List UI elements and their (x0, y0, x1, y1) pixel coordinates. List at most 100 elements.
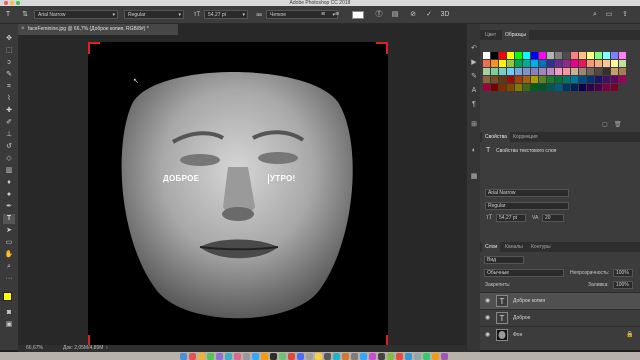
color-swatch[interactable] (539, 76, 546, 83)
path-selection-icon[interactable]: ➤ (3, 226, 15, 236)
color-swatch[interactable] (555, 76, 562, 83)
rectangle-tool-icon[interactable]: ▭ (3, 238, 15, 248)
dock-app-icon[interactable] (414, 353, 421, 360)
color-swatch[interactable] (611, 60, 618, 67)
font-family-select[interactable]: Arial Narrow ▾ (34, 10, 118, 19)
dock-app-icon[interactable] (378, 353, 385, 360)
color-swatch[interactable] (563, 76, 570, 83)
color-swatch[interactable] (603, 60, 610, 67)
color-swatch[interactable] (579, 68, 586, 75)
adjustments-icon[interactable]: ◐ (469, 146, 479, 156)
color-swatch[interactable] (587, 68, 594, 75)
color-swatch[interactable] (595, 76, 602, 83)
color-swatch[interactable] (555, 68, 562, 75)
dock-app-icon[interactable] (360, 353, 367, 360)
tab-color[interactable]: Цвет (482, 30, 499, 40)
new-swatch-icon[interactable]: ▢ (602, 121, 608, 128)
dock-app-icon[interactable] (297, 353, 304, 360)
dock-app-icon[interactable] (225, 353, 232, 360)
minimize-window-icon[interactable] (10, 1, 14, 5)
dock-app-icon[interactable] (207, 353, 214, 360)
clone-stamp-icon[interactable]: ⊥ (3, 130, 15, 140)
color-swatch[interactable] (555, 52, 562, 59)
color-swatch[interactable] (515, 76, 522, 83)
dock-app-icon[interactable] (216, 353, 223, 360)
tab-layers[interactable]: Слои (482, 242, 501, 252)
properties-font-family[interactable]: Arial Narrow (485, 189, 569, 197)
color-swatch[interactable] (571, 52, 578, 59)
color-swatch[interactable] (507, 84, 514, 91)
color-swatch[interactable] (507, 68, 514, 75)
color-swatch[interactable] (595, 68, 602, 75)
dock-app-icon[interactable] (405, 353, 412, 360)
more-tools-icon[interactable]: ··· (3, 274, 15, 284)
dock-app-icon[interactable] (441, 353, 448, 360)
tab-channels[interactable]: Каналы (502, 242, 526, 252)
color-swatch[interactable] (499, 60, 506, 67)
color-swatch[interactable] (547, 84, 554, 91)
color-swatch[interactable] (531, 84, 538, 91)
type-tool-preset-icon[interactable]: T (3, 11, 13, 19)
text-layer-dobroe[interactable]: ДОБРОЕ (163, 174, 199, 183)
color-swatch[interactable] (563, 60, 570, 67)
color-swatch[interactable] (603, 52, 610, 59)
color-swatch[interactable] (539, 60, 546, 67)
font-style-select[interactable]: Regular ▾ (124, 10, 184, 19)
dodge-tool-icon[interactable]: ● (3, 190, 15, 200)
layer-row-dobroe[interactable]: ◉ T Доброе (480, 309, 640, 326)
eyedropper-tool-icon[interactable]: ⌇ (3, 94, 15, 104)
color-swatch[interactable] (483, 52, 490, 59)
color-swatch[interactable] (539, 84, 546, 91)
color-swatch[interactable] (483, 84, 490, 91)
document-tab[interactable]: faceFeminine.jpg @ 66,7% (Доброе копия, … (18, 24, 178, 35)
color-swatch[interactable] (523, 68, 530, 75)
color-swatch[interactable] (507, 52, 514, 59)
color-swatch[interactable] (507, 76, 514, 83)
glyphs-icon[interactable]: ⊞ (469, 120, 479, 130)
color-swatch[interactable] (579, 52, 586, 59)
color-swatch[interactable] (603, 84, 610, 91)
brush-tool-icon[interactable]: ✐ (3, 118, 15, 128)
marquee-tool-icon[interactable]: ⬚ (3, 46, 15, 56)
color-swatch[interactable] (563, 68, 570, 75)
color-swatch[interactable] (579, 84, 586, 91)
eraser-tool-icon[interactable]: ◇ (3, 154, 15, 164)
paragraph-icon[interactable]: ¶ (469, 100, 479, 110)
share-icon[interactable]: ⇪ (620, 11, 630, 19)
opacity-input[interactable]: 100% (613, 269, 633, 277)
color-swatch[interactable] (491, 68, 498, 75)
color-swatch[interactable] (571, 68, 578, 75)
brush-settings-icon[interactable]: ✎ (469, 72, 479, 82)
search-icon[interactable]: ⌕ (590, 11, 600, 19)
color-swatch[interactable] (611, 84, 618, 91)
visibility-eye-icon[interactable]: ◉ (485, 297, 490, 304)
color-swatch[interactable] (483, 68, 490, 75)
color-swatch[interactable] (563, 52, 570, 59)
color-swatch[interactable] (611, 68, 618, 75)
dock-app-icon[interactable] (270, 353, 277, 360)
document-canvas[interactable] (88, 42, 388, 345)
color-swatch[interactable] (595, 84, 602, 91)
gradient-tool-icon[interactable]: ▥ (3, 166, 15, 176)
color-swatch[interactable] (515, 60, 522, 67)
visibility-eye-icon[interactable]: ◉ (485, 331, 490, 338)
dock-app-icon[interactable] (396, 353, 403, 360)
align-center-icon[interactable]: ≡ (332, 11, 342, 19)
libraries-icon[interactable]: ▦ (469, 172, 479, 182)
color-swatch[interactable] (531, 60, 538, 67)
color-swatch[interactable] (555, 84, 562, 91)
color-swatch[interactable] (619, 76, 626, 83)
move-tool-icon[interactable]: ✥ (3, 34, 15, 44)
color-swatch[interactable] (595, 52, 602, 59)
cancel-icon[interactable]: ⊘ (408, 11, 418, 19)
color-swatch[interactable] (603, 68, 610, 75)
color-swatch[interactable] (515, 68, 522, 75)
foreground-color-swatch[interactable] (3, 292, 12, 301)
color-swatch[interactable] (595, 60, 602, 67)
color-swatch[interactable] (579, 60, 586, 67)
close-tab-icon[interactable]: × (21, 26, 25, 32)
color-swatch[interactable] (539, 52, 546, 59)
layer-row-background[interactable]: ◉ Фон 🔒 (480, 326, 640, 343)
color-swatch[interactable] (483, 76, 490, 83)
color-swatch[interactable] (491, 84, 498, 91)
